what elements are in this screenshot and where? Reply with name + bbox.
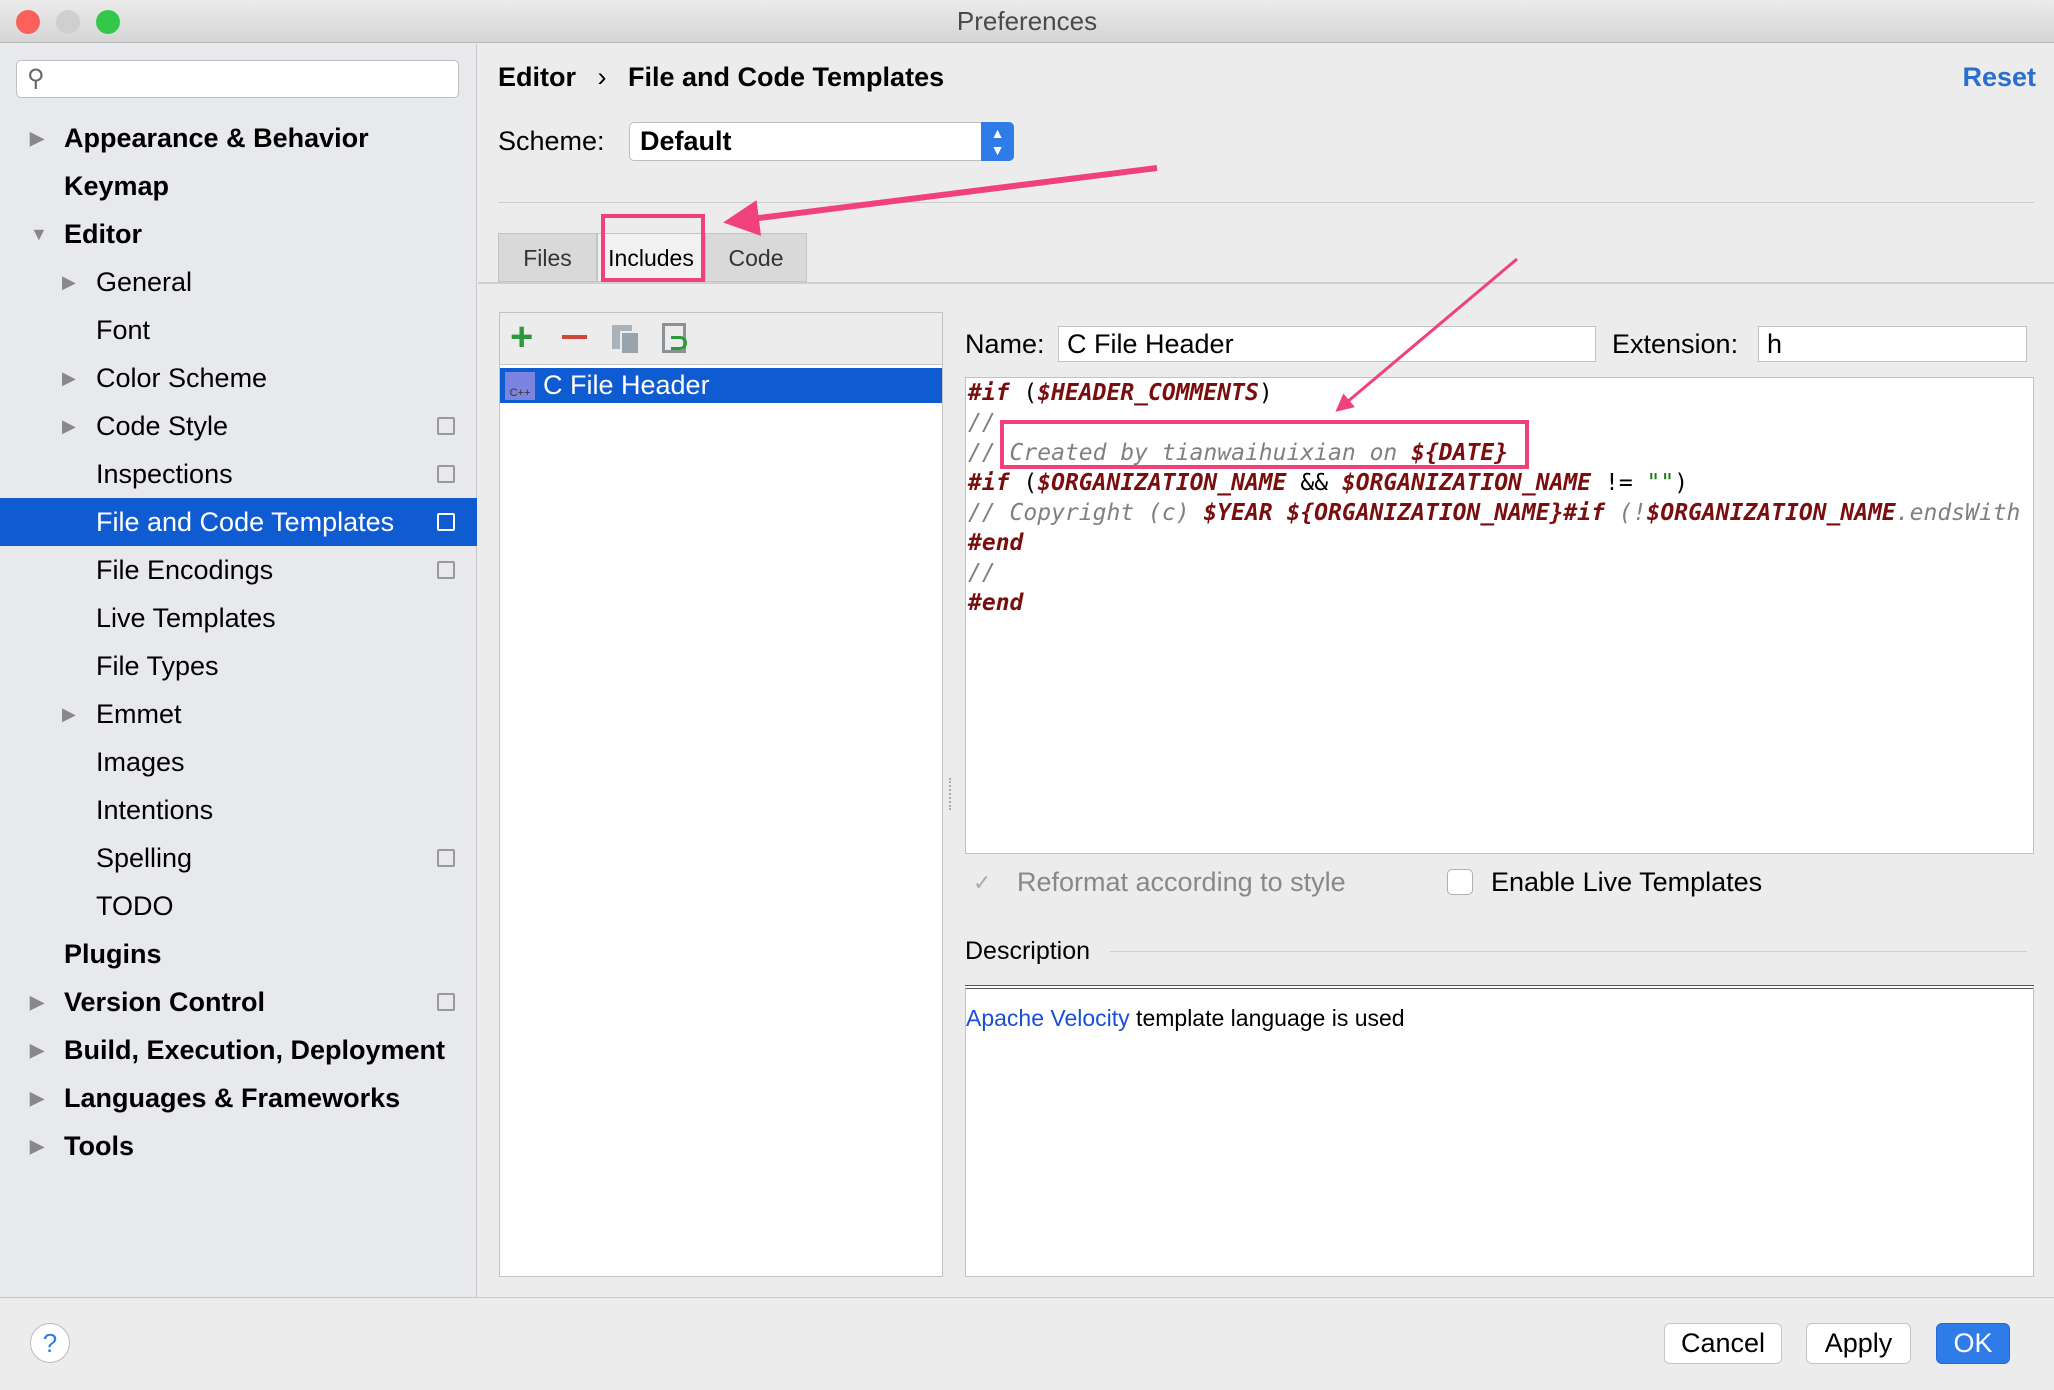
annotation-arrow [723, 165, 1158, 236]
annotation-arrows [723, 165, 1518, 412]
annotation-arrow [1335, 257, 1518, 412]
